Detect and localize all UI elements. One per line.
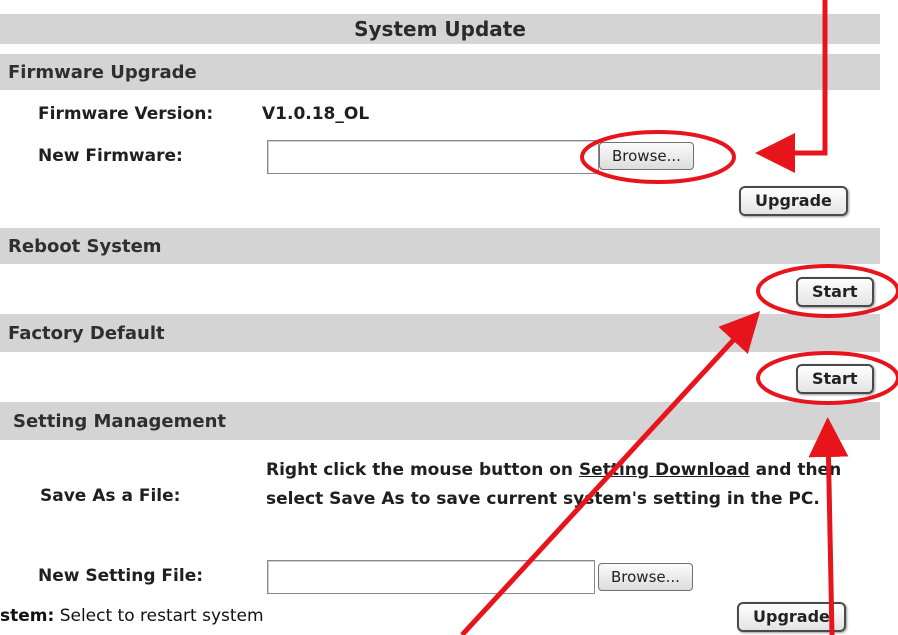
- browse-highlight-ellipse: [580, 130, 736, 184]
- factory-start-highlight-ellipse: [756, 351, 898, 405]
- annotation-overlay: [460, 0, 898, 635]
- arrow-to-factory-start: [808, 417, 849, 635]
- arrow-to-reboot-start: [460, 310, 761, 635]
- arrow-to-browse: [755, 0, 828, 173]
- reboot-start-highlight-ellipse: [756, 264, 898, 318]
